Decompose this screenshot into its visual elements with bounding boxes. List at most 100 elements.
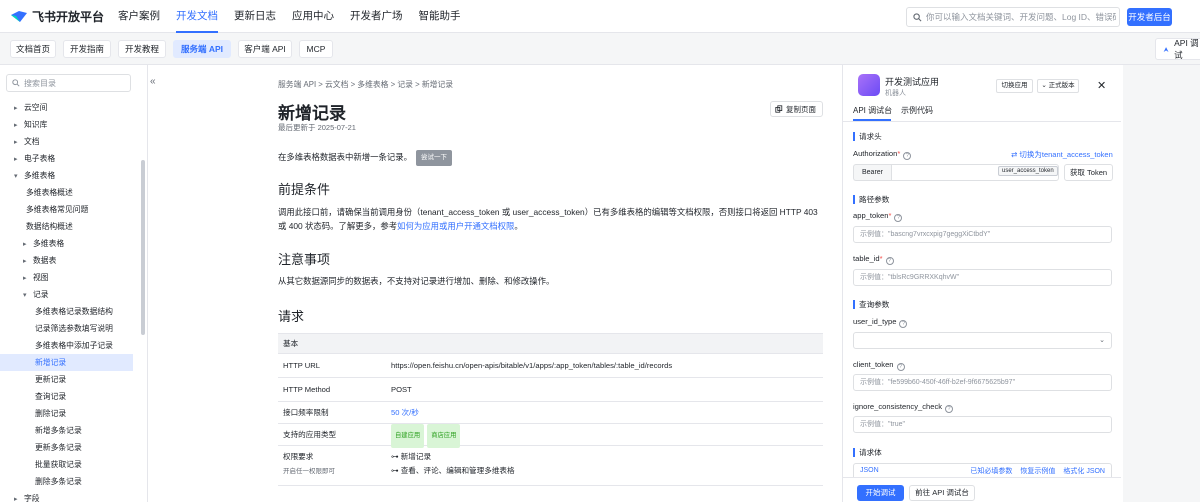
user-id-type-select[interactable]: ⌄ — [853, 332, 1112, 349]
sidebar-item[interactable]: ▸ 数据表 — [0, 252, 133, 269]
tab-sample-code[interactable]: 示例代码 — [901, 105, 933, 116]
sidebar-item[interactable]: ▸ 视图 — [0, 269, 133, 286]
switch-token-link[interactable]: ⇄ 切换为tenant_access_token — [1011, 149, 1113, 160]
row-key: HTTP Method — [283, 385, 331, 394]
tab-tutorial[interactable]: 开发教程 — [118, 40, 166, 58]
sidebar-search-input[interactable] — [24, 78, 124, 88]
sidebar-item[interactable]: ▸ 电子表格 — [0, 150, 133, 167]
breadcrumb-item[interactable]: 记录 — [397, 80, 413, 89]
chevron-right-icon: ▸ — [14, 122, 18, 129]
breadcrumb-item[interactable]: 多维表格 — [357, 80, 388, 89]
sidebar-item-label: 云空间 — [24, 103, 48, 112]
close-icon[interactable]: ✕ — [1097, 79, 1106, 92]
help-icon[interactable]: ? — [903, 152, 912, 160]
sidebar-item[interactable]: ▸ 文档 — [0, 133, 133, 150]
breadcrumb: 服务端 API > 云文档 > 多维表格 > 记录 > 新增记录 — [278, 80, 454, 89]
tab-debug-console[interactable]: API 调试台 — [853, 105, 892, 116]
format-json-link[interactable]: 格式化 JSON — [1063, 466, 1105, 476]
sidebar-item[interactable]: 批量获取记录 — [0, 456, 133, 473]
help-icon[interactable]: ? — [896, 363, 905, 371]
sidebar-item[interactable]: 记录筛选参数填写说明 — [0, 320, 133, 337]
help-icon[interactable]: ? — [899, 320, 908, 328]
breadcrumb-item[interactable]: 云文档 — [325, 80, 348, 89]
top-navbar: 飞书开放平台 客户案例 开发文档 更新日志 应用中心 开发者广场 智能助手 开发… — [0, 0, 1200, 33]
try-it-button[interactable]: 尝试一下 — [416, 150, 452, 166]
body-toolbar: JSON 已知必填参数 恢复示例值 格式化 JSON — [853, 463, 1112, 477]
app-token-input[interactable]: 示例值："bascng7vrxcxpig7geggXiCtbdY" — [853, 226, 1112, 243]
required-params-link[interactable]: 已知必填参数 — [970, 466, 1012, 476]
help-icon[interactable]: ? — [885, 257, 894, 265]
sidebar-item-label: 多维表格 — [33, 239, 65, 248]
nav-cases[interactable]: 客户案例 — [110, 0, 168, 33]
sidebar-scrollbar[interactable] — [141, 160, 145, 335]
goto-debug-console-button[interactable]: 前往 API 调试台 — [909, 485, 975, 501]
breadcrumb-item[interactable]: 服务端 API — [278, 80, 316, 89]
sidebar-item[interactable]: ▸ 知识库 — [0, 116, 133, 133]
version-select[interactable]: ⌄ 正式版本 — [1037, 79, 1079, 93]
api-debug-toggle[interactable]: API 调试 — [1155, 38, 1200, 60]
help-icon[interactable]: ? — [945, 405, 954, 413]
switch-token-text: 切换为tenant_access_token — [1019, 150, 1113, 159]
copy-page-button[interactable]: 复制页面 — [770, 101, 823, 117]
prereq-text: 调用此接口前，请确保当前调用身份（tenant_access_token 或 u… — [278, 205, 823, 233]
nav-app-center[interactable]: 应用中心 — [284, 0, 342, 33]
chevron-down-icon: ⌄ — [1041, 82, 1049, 89]
table-id-input[interactable]: 示例值："tblsRc9GRRXKqhvW" — [853, 269, 1112, 286]
sidebar-item[interactable]: ▾ 多维表格 — [0, 167, 133, 184]
global-search[interactable] — [906, 7, 1120, 27]
start-debug-button[interactable]: 开始调试 — [857, 485, 904, 501]
nav-assistant[interactable]: 智能助手 — [411, 0, 469, 33]
nav-dev-square[interactable]: 开发者广场 — [342, 0, 411, 33]
logo[interactable]: 飞书开放平台 — [10, 8, 110, 25]
search-input[interactable] — [926, 12, 1116, 22]
sidebar-item[interactable]: ▾ 记录 — [0, 286, 133, 303]
sidebar-item[interactable]: 多维表格概述 — [0, 184, 133, 201]
nav-changelog[interactable]: 更新日志 — [226, 0, 284, 33]
sidebar-item[interactable]: 删除记录 — [0, 405, 133, 422]
body-format-json[interactable]: JSON — [860, 467, 879, 474]
sidebar-item[interactable]: 新增记录 — [0, 354, 133, 371]
sidebar-item[interactable]: 数据结构概述 — [0, 218, 133, 235]
prereq-link[interactable]: 如何为应用或用户开通文档权限 — [397, 221, 514, 231]
intro: 在多维表格数据表中新增一条记录。 — [278, 152, 412, 162]
restore-sample-link[interactable]: 恢复示例值 — [1020, 466, 1055, 476]
tab-docs-home[interactable]: 文档首页 — [10, 40, 56, 58]
tab-mcp[interactable]: MCP — [299, 40, 333, 58]
sidebar-item[interactable]: ▸ 多维表格 — [0, 235, 133, 252]
sidebar-item[interactable]: 多维表格中添加子记录 — [0, 337, 133, 354]
sidebar-item[interactable]: 删除多条记录 — [0, 473, 133, 490]
sidebar-item[interactable]: 多维表格常见问题 — [0, 201, 133, 218]
sidebar-item[interactable]: 多维表格记录数据结构 — [0, 303, 133, 320]
bearer-prefix: Bearer — [853, 164, 891, 181]
tab-dev-guide[interactable]: 开发指南 — [63, 40, 111, 58]
rocket-icon — [1163, 46, 1169, 52]
user-id-type-text: user_id_type — [853, 317, 897, 326]
sidebar-item[interactable]: 更新多条记录 — [0, 439, 133, 456]
rate-limit-link[interactable]: 50 次/秒 — [386, 402, 823, 423]
sidebar-item[interactable]: 更新记录 — [0, 371, 133, 388]
get-token-button[interactable]: 获取 Token — [1064, 164, 1113, 181]
switch-app-button[interactable]: 切换应用 — [996, 79, 1033, 93]
sidebar-search[interactable] — [6, 74, 131, 92]
tab-server-api[interactable]: 服务端 API — [173, 40, 231, 58]
tab-client-api[interactable]: 客户端 API — [238, 40, 292, 58]
sidebar-item[interactable]: 查询记录 — [0, 388, 133, 405]
token-type-tag[interactable]: user_access_token — [998, 166, 1058, 176]
table-id-text: table_id — [853, 254, 880, 263]
sidebar-item[interactable]: ▸ 字段 — [0, 490, 133, 502]
collapse-sidebar-icon[interactable]: « — [150, 76, 156, 87]
client-token-input[interactable]: 示例值："fe599b60-450f-46ff-b2ef-9f6675625b9… — [853, 374, 1112, 391]
table-head-label: 基本 — [283, 339, 299, 348]
sidebar-item[interactable]: 新增多条记录 — [0, 422, 133, 439]
developer-console-button[interactable]: 开发者后台 — [1127, 8, 1172, 26]
row-value: POST — [391, 385, 412, 394]
help-icon[interactable]: ? — [894, 214, 903, 222]
sidebar-item[interactable]: ▸ 云空间 — [0, 99, 133, 116]
ignore-consistency-input[interactable]: 示例值："true" — [853, 416, 1112, 433]
user-id-type-label: user_id_type? — [853, 317, 908, 328]
sidebar-item-label: 批量获取记录 — [35, 460, 82, 469]
nav-docs[interactable]: 开发文档 — [168, 0, 226, 33]
table-row: 权限要求 开启任一权限即可 ⊶ 新增记录 ⊶ 查看、评论、编辑和管理多维表格 — [278, 446, 823, 486]
feishu-logo-icon — [11, 11, 27, 22]
last-updated: 最后更新于 2025-07-21 — [278, 123, 356, 132]
